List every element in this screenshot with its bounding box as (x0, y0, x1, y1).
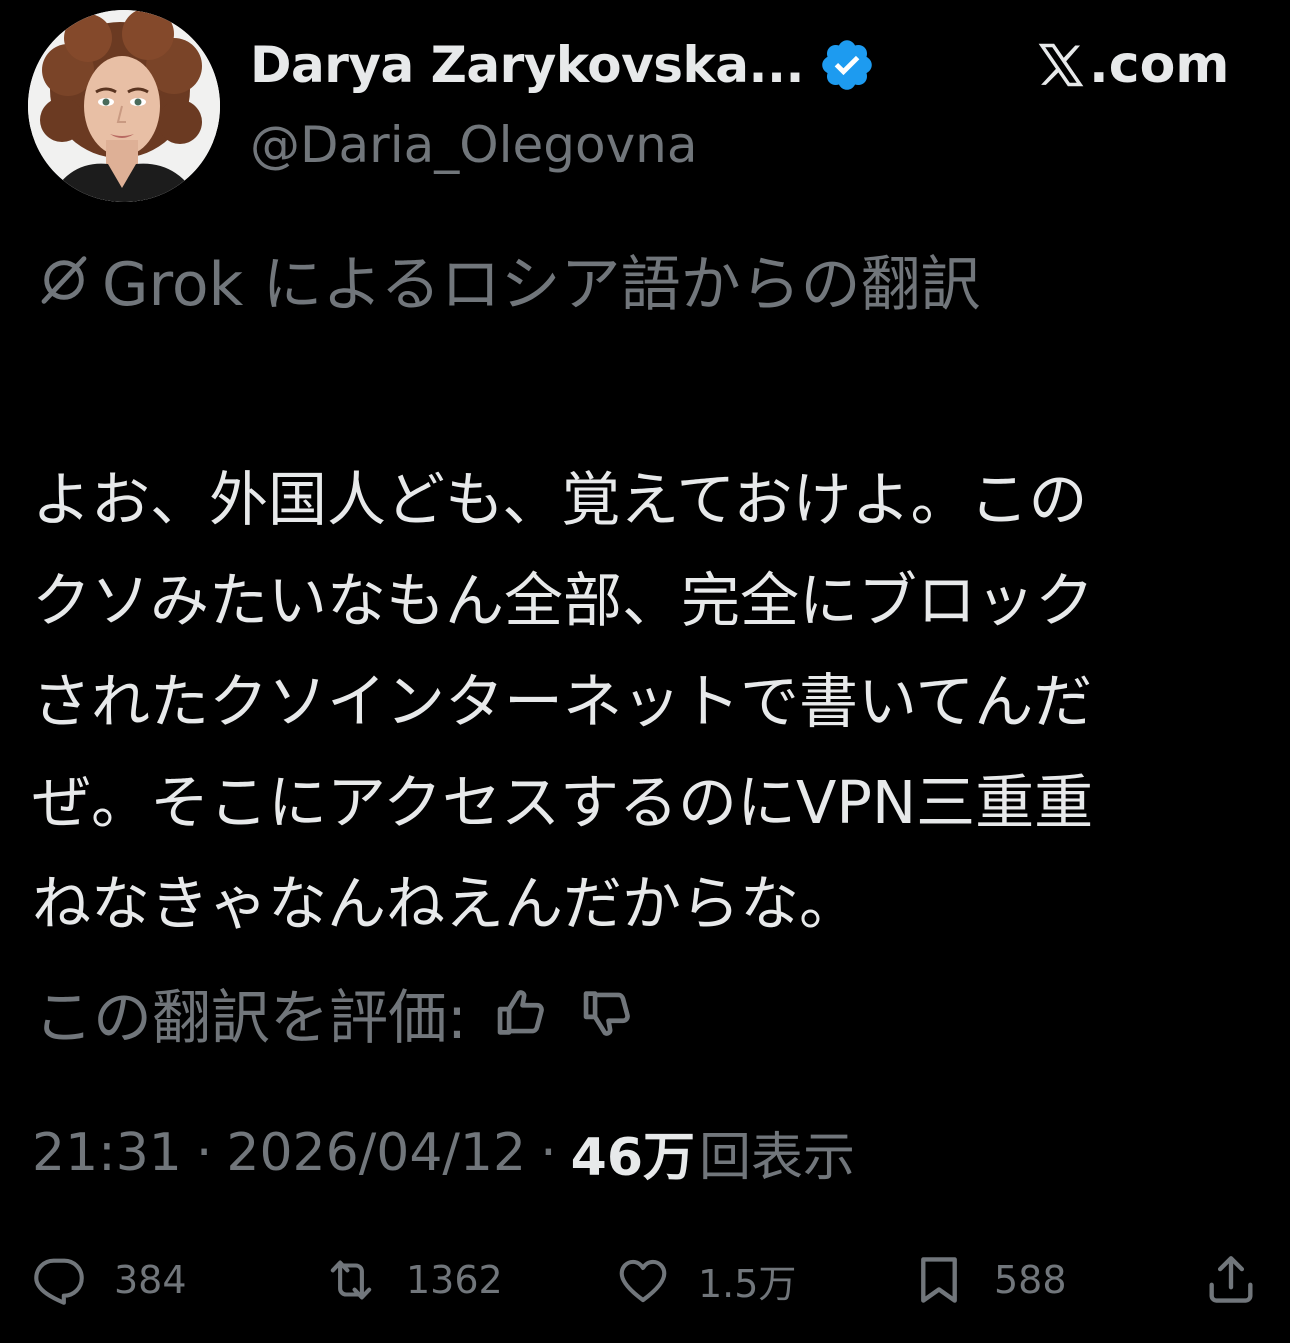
tweet-meta: 21:31 · 2026/04/12 · 46万 回表示 (32, 1115, 855, 1190)
tweet-time[interactable]: 21:31 (32, 1123, 182, 1183)
views-count[interactable]: 46万 (571, 1115, 695, 1190)
verified-badge-icon (822, 40, 872, 90)
tweet-text-line: ねなきゃなんねえんだからな。 (32, 869, 859, 938)
author-handle[interactable]: @Daria_Olegovna (250, 116, 698, 174)
tweet-text-line: よお、外国人ども、覚えておけよ。この (32, 465, 1088, 534)
repost-button[interactable]: 1362 (322, 1240, 503, 1320)
author-display-name[interactable]: Darya Zarykovska... (250, 36, 804, 94)
tweet-text-line: ぜ。そこにアクセスするのにVPN三重重 (32, 768, 1094, 837)
reply-button[interactable]: 384 (30, 1240, 187, 1320)
avatar-image (28, 10, 220, 202)
like-button[interactable]: 1.5万 (614, 1240, 796, 1320)
bookmark-count: 588 (994, 1258, 1067, 1302)
reply-count: 384 (114, 1258, 187, 1302)
bookmark-icon (921, 1257, 957, 1303)
grok-translation-label[interactable]: Grok によるロシア語からの翻訳 (32, 236, 981, 323)
share-button[interactable] (1202, 1240, 1260, 1320)
heart-icon (619, 1259, 667, 1303)
views-label: 回表示 (699, 1128, 856, 1188)
site-label: .com (1089, 35, 1230, 95)
reply-icon (34, 1258, 84, 1305)
repost-icon (330, 1260, 372, 1300)
translation-label-text: Grok によるロシア語からの翻訳 (102, 250, 981, 320)
repost-count: 1362 (406, 1258, 503, 1302)
tweet-text-line: クソみたいなもん全部、完全にブロック (32, 566, 1095, 635)
separator-dot: · (195, 1122, 213, 1183)
x-com-logo: .com (1035, 30, 1230, 100)
grok-icon (41, 255, 87, 304)
x-logo-icon (1038, 43, 1084, 87)
tweet-action-bar: 384 1362 1.5万 588 (0, 1240, 1290, 1320)
author-name-row[interactable]: Darya Zarykovska... (250, 30, 876, 100)
bookmark-button[interactable]: 588 (910, 1240, 1067, 1320)
like-count: 1.5万 (698, 1261, 797, 1306)
tweet-date[interactable]: 2026/04/12 (226, 1123, 526, 1183)
thumbs-up-icon[interactable] (491, 982, 553, 1044)
thumbs-down-icon[interactable] (577, 982, 639, 1044)
rate-translation-row: この翻訳を評価: (34, 970, 639, 1055)
share-icon (1209, 1256, 1253, 1303)
tweet-text-line: されたクソインターネットで書いてんだ (32, 667, 1093, 736)
tweet-text: よお、外国人ども、覚えておけよ。この クソみたいなもん全部、完全にブロック され… (32, 449, 1272, 954)
rate-translation-label: この翻訳を評価: (34, 983, 467, 1052)
avatar[interactable] (28, 10, 220, 202)
separator-dot: · (540, 1122, 557, 1183)
